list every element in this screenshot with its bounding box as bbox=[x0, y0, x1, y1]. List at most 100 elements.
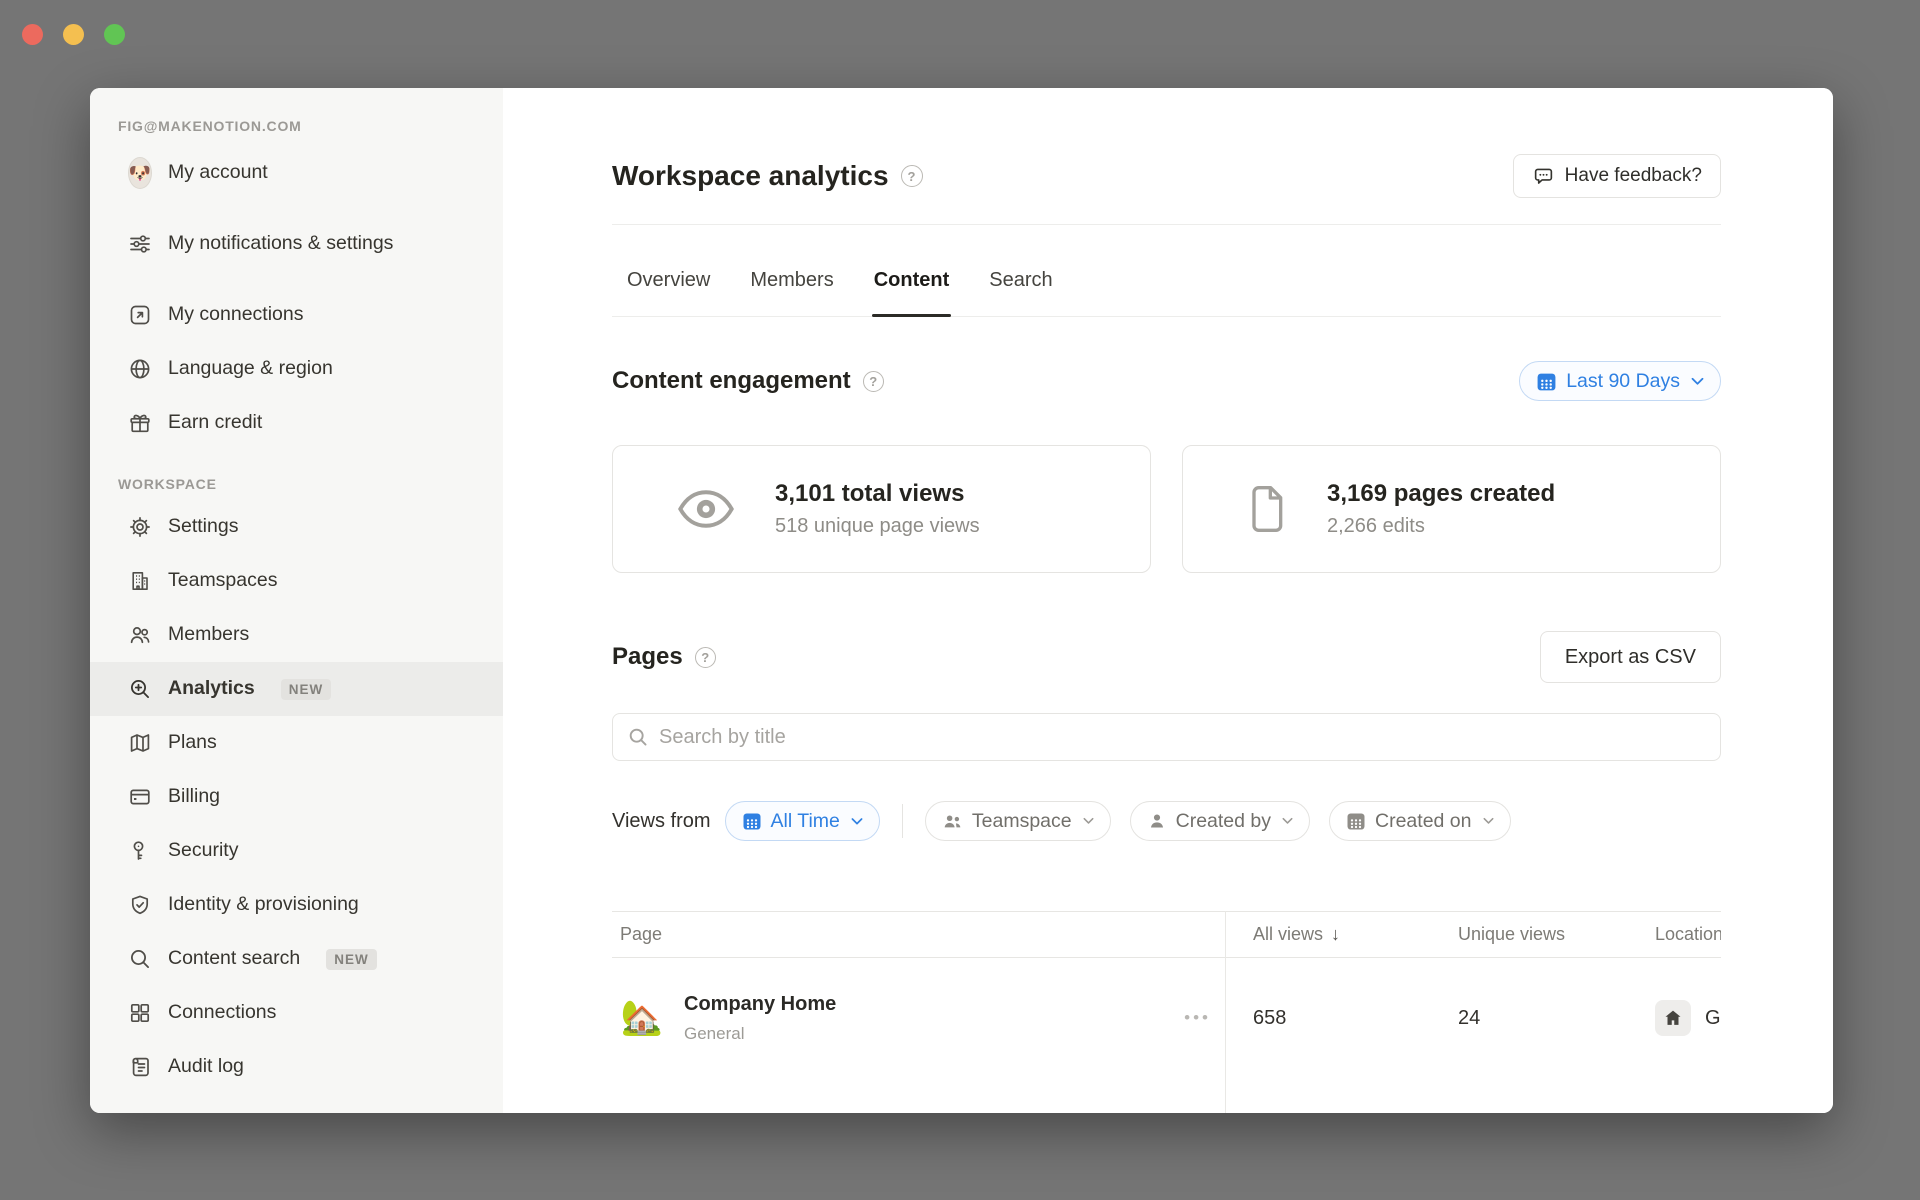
tab-overview[interactable]: Overview bbox=[627, 269, 710, 316]
gift-icon bbox=[128, 411, 152, 435]
key-icon bbox=[128, 839, 152, 863]
feedback-bubble-icon bbox=[1532, 165, 1555, 188]
sidebar-item-language-region[interactable]: Language & region bbox=[90, 342, 503, 396]
account-email: FIG@MAKENOTION.COM bbox=[90, 118, 503, 146]
chevron-down-icon bbox=[1691, 377, 1704, 386]
page-title-cell[interactable]: Company Home bbox=[684, 993, 1184, 1016]
sidebar-item-members[interactable]: Members bbox=[90, 608, 503, 662]
total-views-card: 3,101 total views 518 unique page views bbox=[612, 445, 1151, 573]
date-range-dropdown[interactable]: Last 90 Days bbox=[1519, 361, 1721, 401]
time-filter-dropdown[interactable]: All Time bbox=[725, 801, 880, 841]
sidebar-item-identity-provisioning[interactable]: Identity & provisioning bbox=[90, 878, 503, 932]
help-icon[interactable]: ? bbox=[863, 371, 884, 392]
sidebar-item-security[interactable]: Security bbox=[90, 824, 503, 878]
pages-table: Page All views ↓ Unique views Location 🏡… bbox=[612, 911, 1721, 1113]
sidebar-item-audit-log[interactable]: Audit log bbox=[90, 1040, 503, 1094]
minimize-window-button[interactable] bbox=[63, 24, 84, 45]
chevron-down-icon bbox=[851, 817, 863, 826]
tab-content[interactable]: Content bbox=[874, 269, 950, 316]
column-separator bbox=[1225, 911, 1226, 1113]
help-icon[interactable]: ? bbox=[695, 647, 716, 668]
page-emoji-icon: 🏡 bbox=[620, 998, 664, 1038]
page-search-box bbox=[612, 713, 1721, 761]
sidebar-item-analytics[interactable]: Analytics NEW bbox=[90, 662, 503, 716]
person-icon bbox=[1147, 811, 1167, 831]
sliders-icon bbox=[128, 232, 152, 256]
chevron-down-icon bbox=[1282, 817, 1293, 825]
calendar-icon bbox=[1346, 811, 1366, 831]
map-icon bbox=[128, 731, 152, 755]
members-icon bbox=[128, 623, 152, 647]
user-avatar: 🐶 bbox=[128, 157, 152, 189]
export-csv-button[interactable]: Export as CSV bbox=[1540, 631, 1721, 683]
help-icon[interactable]: ? bbox=[901, 165, 923, 187]
sidebar-item-earn-credit[interactable]: Earn credit bbox=[90, 396, 503, 450]
filter-separator bbox=[902, 804, 903, 838]
pages-heading: Pages bbox=[612, 643, 683, 671]
edits-value: 2,266 edits bbox=[1327, 515, 1555, 538]
settings-sidebar: FIG@MAKENOTION.COM 🐶 My account My notif… bbox=[90, 88, 503, 1113]
close-window-button[interactable] bbox=[22, 24, 43, 45]
sidebar-item-notifications-settings[interactable]: My notifications & settings bbox=[90, 200, 503, 288]
sidebar-item-plans[interactable]: Plans bbox=[90, 716, 503, 770]
created-by-filter-dropdown[interactable]: Created by bbox=[1130, 801, 1310, 841]
sidebar-item-teamspaces[interactable]: Teamspaces bbox=[90, 554, 503, 608]
scroll-icon bbox=[128, 1055, 152, 1079]
column-header-location[interactable]: Location bbox=[1627, 924, 1721, 945]
gear-icon bbox=[128, 515, 152, 539]
new-badge: NEW bbox=[326, 949, 377, 970]
settings-window: FIG@MAKENOTION.COM 🐶 My account My notif… bbox=[90, 88, 1833, 1113]
zoom-window-button[interactable] bbox=[104, 24, 125, 45]
chevron-down-icon bbox=[1083, 817, 1094, 825]
building-icon bbox=[128, 569, 152, 593]
calendar-icon bbox=[742, 811, 762, 831]
analytics-tabs: Overview Members Content Search bbox=[612, 225, 1721, 317]
tab-search[interactable]: Search bbox=[989, 269, 1052, 316]
globe-icon bbox=[128, 357, 152, 381]
table-row[interactable]: 📃 Docs General ••• 240 17 General bbox=[612, 1078, 1721, 1113]
sidebar-item-my-account[interactable]: 🐶 My account bbox=[90, 146, 503, 200]
table-row[interactable]: 🏡 Company Home General ••• 658 24 Genera… bbox=[612, 958, 1721, 1078]
sidebar-item-my-connections[interactable]: My connections bbox=[90, 288, 503, 342]
views-from-label: Views from bbox=[612, 810, 711, 833]
column-header-all-views[interactable]: All views ↓ bbox=[1225, 924, 1430, 945]
page-icon bbox=[1247, 484, 1287, 534]
total-views-value: 3,101 total views bbox=[775, 480, 980, 508]
teamspace-filter-dropdown[interactable]: Teamspace bbox=[925, 801, 1111, 841]
search-input[interactable] bbox=[659, 726, 1705, 749]
have-feedback-button[interactable]: Have feedback? bbox=[1513, 154, 1721, 198]
eye-icon bbox=[677, 488, 735, 530]
created-on-filter-dropdown[interactable]: Created on bbox=[1329, 801, 1510, 841]
workspace-section-label: WORKSPACE bbox=[90, 450, 503, 500]
page-title-cell[interactable]: Docs bbox=[684, 1113, 1184, 1114]
arrow-up-right-icon bbox=[128, 303, 152, 327]
people-icon bbox=[942, 811, 963, 832]
calendar-icon bbox=[1536, 371, 1557, 392]
unique-views-cell: 24 bbox=[1430, 1007, 1627, 1030]
column-header-page[interactable]: Page bbox=[612, 924, 1225, 945]
row-actions-button[interactable]: ••• bbox=[1184, 1008, 1211, 1028]
pages-created-card: 3,169 pages created 2,266 edits bbox=[1182, 445, 1721, 573]
search-icon bbox=[628, 727, 648, 747]
sidebar-item-connections[interactable]: Connections bbox=[90, 986, 503, 1040]
magnifier-plus-icon bbox=[128, 677, 152, 701]
magnifier-icon bbox=[128, 947, 152, 971]
tab-members[interactable]: Members bbox=[750, 269, 833, 316]
all-views-cell: 658 bbox=[1225, 1007, 1430, 1030]
content-engagement-heading: Content engagement bbox=[612, 367, 851, 395]
pages-created-value: 3,169 pages created bbox=[1327, 480, 1555, 508]
window-controls bbox=[22, 24, 125, 45]
page-subtitle: General bbox=[684, 1024, 1184, 1044]
location-cell: General bbox=[1627, 1000, 1721, 1036]
sidebar-item-settings[interactable]: Settings bbox=[90, 500, 503, 554]
column-header-unique-views[interactable]: Unique views bbox=[1430, 924, 1627, 945]
grid-icon bbox=[128, 1001, 152, 1025]
sidebar-item-billing[interactable]: Billing bbox=[90, 770, 503, 824]
shield-check-icon bbox=[128, 893, 152, 917]
new-badge: NEW bbox=[281, 679, 332, 700]
sort-descending-icon: ↓ bbox=[1331, 924, 1340, 945]
credit-card-icon bbox=[128, 785, 152, 809]
page-title: Workspace analytics bbox=[612, 160, 889, 192]
table-header-row: Page All views ↓ Unique views Location bbox=[612, 911, 1721, 958]
sidebar-item-content-search[interactable]: Content search NEW bbox=[90, 932, 503, 986]
